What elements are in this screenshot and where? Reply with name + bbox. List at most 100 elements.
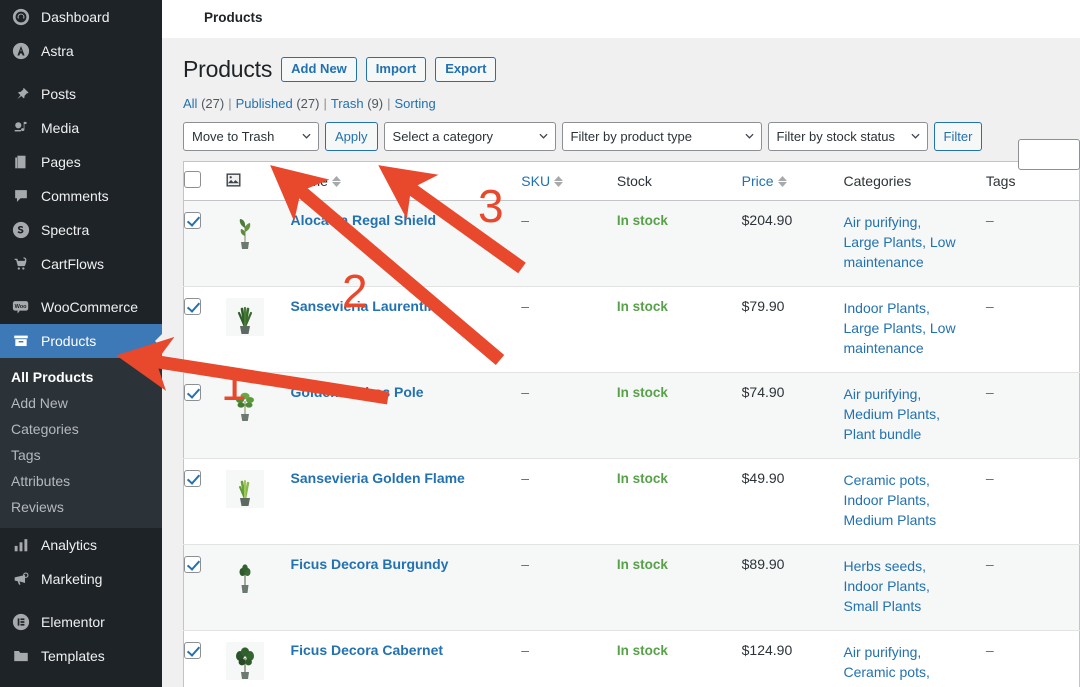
search-input[interactable] xyxy=(1018,139,1080,170)
submenu-item-categories[interactable]: Categories xyxy=(0,416,162,442)
sidebar-item-label: Templates xyxy=(41,648,105,664)
sidebar-divider xyxy=(0,68,162,77)
stock-status-filter-select[interactable]: Filter by stock status xyxy=(767,122,928,151)
column-header-price-label[interactable]: Price xyxy=(742,173,774,189)
row-categories-cell: Ceramic pots, Indoor Plants, Medium Plants xyxy=(843,458,986,545)
sort-arrows-icon xyxy=(331,175,341,187)
status-link-sorting[interactable]: Sorting xyxy=(395,96,436,111)
sidebar-item-analytics[interactable]: Analytics xyxy=(0,528,162,562)
product-name-link[interactable]: Ficus Decora Burgundy xyxy=(291,556,449,572)
submenu-item-add-new[interactable]: Add New xyxy=(0,390,162,416)
product-type-filter-select[interactable]: Filter by product type xyxy=(561,122,762,151)
category-link[interactable]: Medium Plants, xyxy=(844,406,940,422)
status-separator: | xyxy=(323,96,327,111)
import-button[interactable]: Import xyxy=(365,57,427,82)
category-link[interactable]: Air purifying, xyxy=(844,386,922,402)
sidebar-item-templates[interactable]: Templates xyxy=(0,639,162,673)
row-stock-cell: In stock xyxy=(616,544,742,631)
product-thumbnail[interactable] xyxy=(226,642,265,680)
category-filter-select[interactable]: Select a category xyxy=(383,122,556,151)
export-button[interactable]: Export xyxy=(435,57,497,82)
astra-icon xyxy=(10,41,32,61)
submenu-item-reviews[interactable]: Reviews xyxy=(0,494,162,520)
category-link[interactable]: Air purifying, xyxy=(844,644,922,660)
sidebar-item-pages[interactable]: Pages xyxy=(0,145,162,179)
price-value: $79.90 xyxy=(741,298,785,314)
category-link[interactable]: Small Plants xyxy=(844,598,922,614)
apply-button[interactable]: Apply xyxy=(325,122,378,151)
row-checkbox[interactable] xyxy=(184,212,201,229)
bulk-action-select[interactable]: Move to Trash xyxy=(183,122,319,151)
product-thumbnail[interactable] xyxy=(226,212,265,250)
row-checkbox[interactable] xyxy=(184,298,201,315)
sort-name[interactable]: Name xyxy=(291,173,341,189)
category-link[interactable]: Medium Plants xyxy=(844,512,937,528)
sidebar-item-marketing[interactable]: Marketing xyxy=(0,562,162,596)
sidebar-item-products[interactable]: Products xyxy=(0,324,162,358)
category-link[interactable]: Plant bundle xyxy=(844,426,922,442)
sidebar-item-label: Comments xyxy=(41,188,109,204)
category-link[interactable]: maintenance xyxy=(844,340,924,356)
submenu-item-all-products[interactable]: All Products xyxy=(0,364,162,390)
category-link[interactable]: Indoor Plants, xyxy=(844,300,930,316)
status-link-trash[interactable]: Trash xyxy=(331,96,364,111)
product-name-link[interactable]: Alocasia Regal Shield xyxy=(291,212,437,228)
stock-status-filter-wrap: Filter by stock status xyxy=(767,122,928,151)
product-thumbnail[interactable] xyxy=(226,298,265,336)
sidebar-item-comments[interactable]: Comments xyxy=(0,179,162,213)
category-link[interactable]: Indoor Plants, xyxy=(844,492,930,508)
sidebar-item-cartflows[interactable]: CartFlows xyxy=(0,247,162,281)
sidebar-item-woocommerce[interactable]: Woo WooCommerce xyxy=(0,290,162,324)
svg-text:Woo: Woo xyxy=(15,304,28,310)
sidebar-item-spectra[interactable]: Spectra xyxy=(0,213,162,247)
row-checkbox[interactable] xyxy=(184,642,201,659)
sort-sku[interactable]: SKU xyxy=(521,173,564,189)
row-checkbox[interactable] xyxy=(184,384,201,401)
add-new-button[interactable]: Add New xyxy=(281,57,357,82)
product-thumbnail[interactable] xyxy=(226,470,265,508)
category-link[interactable]: Large Plants, Low xyxy=(844,320,956,336)
category-link[interactable]: Ceramic pots, xyxy=(844,664,930,680)
category-link[interactable]: Large Plants, Low xyxy=(844,234,956,250)
products-submenu: All Products Add New Categories Tags Att… xyxy=(0,358,162,528)
sidebar-item-posts[interactable]: Posts xyxy=(0,77,162,111)
category-link[interactable]: Ceramic pots, xyxy=(844,472,930,488)
sort-price[interactable]: Price xyxy=(742,173,787,189)
sidebar-item-label: Astra xyxy=(41,43,74,59)
row-checkbox-cell xyxy=(183,200,227,287)
row-tags-cell: – xyxy=(985,200,1080,287)
category-link[interactable]: maintenance xyxy=(844,254,924,270)
product-name-link[interactable]: Golden Pothos Pole xyxy=(291,384,424,400)
category-link[interactable]: Herbs seeds, xyxy=(844,558,926,574)
column-header-sku[interactable]: SKU xyxy=(521,161,617,201)
filter-button[interactable]: Filter xyxy=(933,122,983,151)
column-header-tags-label: Tags xyxy=(985,173,1016,189)
select-all-checkbox[interactable] xyxy=(184,171,201,188)
category-link[interactable]: Air purifying, xyxy=(844,214,922,230)
status-filter-links: All (27) | Published (27) | Trash (9) | Sortin… xyxy=(183,96,1080,111)
column-header-sku-label[interactable]: SKU xyxy=(521,173,550,189)
sidebar-item-media[interactable]: Media xyxy=(0,111,162,145)
product-name-link[interactable]: Sansevieria Golden Flame xyxy=(291,470,465,486)
row-checkbox[interactable] xyxy=(184,556,201,573)
products-icon xyxy=(10,331,32,351)
product-thumbnail[interactable] xyxy=(226,556,265,594)
column-header-price[interactable]: Price xyxy=(741,161,844,201)
stock-status: In stock xyxy=(616,385,668,400)
status-link-published[interactable]: Published xyxy=(236,96,293,111)
page-title: Products xyxy=(183,56,273,82)
submenu-item-attributes[interactable]: Attributes xyxy=(0,468,162,494)
sidebar-item-astra[interactable]: Astra xyxy=(0,34,162,68)
sidebar-item-label: Products xyxy=(41,333,97,349)
status-link-all[interactable]: All xyxy=(183,96,197,111)
category-link[interactable]: Indoor Plants, xyxy=(844,578,930,594)
sidebar-item-dashboard[interactable]: Dashboard xyxy=(0,0,162,34)
row-price-cell: $124.90 xyxy=(741,630,844,687)
annotation-number-1: 1 xyxy=(221,358,247,410)
price-value: $204.90 xyxy=(741,212,793,228)
product-name-link[interactable]: Ficus Decora Cabernet xyxy=(291,642,444,658)
sidebar-item-elementor[interactable]: Elementor xyxy=(0,605,162,639)
submenu-item-tags[interactable]: Tags xyxy=(0,442,162,468)
column-header-thumbnail xyxy=(226,161,291,201)
row-checkbox[interactable] xyxy=(184,470,201,487)
